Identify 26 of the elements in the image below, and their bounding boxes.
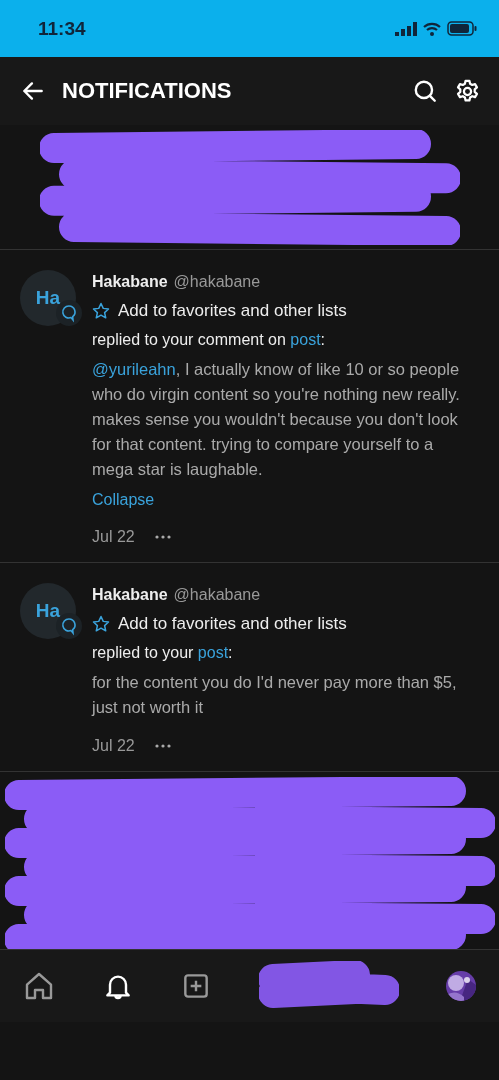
favorites-button[interactable]: Add to favorites and other lists — [92, 299, 479, 322]
user-name[interactable]: Hakabane — [92, 583, 168, 606]
favorites-button[interactable]: Add to favorites and other lists — [92, 612, 479, 635]
star-icon — [92, 614, 110, 633]
collapse-link[interactable]: Collapse — [92, 488, 155, 511]
search-icon[interactable] — [412, 78, 438, 104]
wifi-icon — [423, 21, 441, 36]
settings-icon[interactable] — [454, 77, 481, 105]
mention-link[interactable]: @yurileahn — [92, 360, 176, 378]
user-name[interactable]: Hakabane — [92, 270, 168, 293]
more-icon[interactable] — [154, 534, 171, 539]
post-link[interactable]: post — [290, 331, 321, 348]
more-icon[interactable] — [154, 743, 171, 748]
signal-icon — [395, 21, 417, 36]
battery-icon — [447, 21, 477, 36]
date-text: Jul 22 — [92, 527, 135, 547]
user-handle[interactable]: @hakabane — [173, 270, 261, 293]
status-time: 11:34 — [38, 17, 86, 40]
message-text: for the content you do I'd never pay more than $5, just not worth it — [92, 672, 458, 718]
date-text: Jul 22 — [92, 736, 135, 756]
user-handle[interactable]: @hakabane — [173, 583, 261, 606]
action-text: replied to your comment on post: — [92, 330, 327, 350]
page-title: NOTIFICATIONS — [62, 78, 233, 104]
action-text: replied to your post: — [92, 643, 234, 663]
star-icon — [92, 301, 110, 320]
message-text: @yurileahn, I actually know of like 10 or so people who do virgin content so you're nothing new really. makes sense you wouldn't because you don't look for that content. trying to compare yourself to a mega star is laughable. — [92, 359, 461, 480]
